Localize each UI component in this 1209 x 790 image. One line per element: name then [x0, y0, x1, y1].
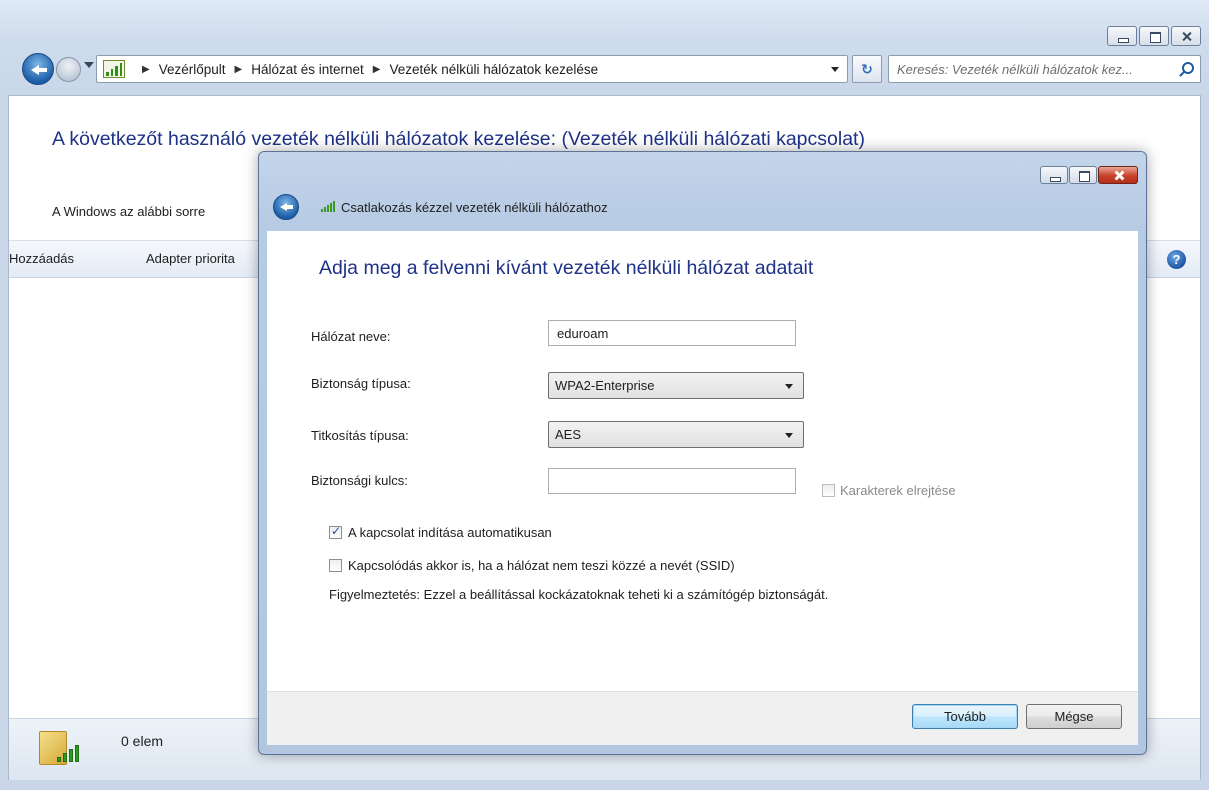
security-type-select[interactable]: WPA2-Enterprise	[548, 372, 804, 399]
network-signal-icon	[57, 745, 79, 762]
encryption-type-select[interactable]: AES	[548, 421, 804, 448]
page-title: A következőt használó vezeték nélküli há…	[52, 128, 865, 150]
cancel-button[interactable]: Mégse	[1026, 704, 1122, 729]
window-caption-buttons	[1107, 26, 1201, 46]
breadcrumb-item-network-internet[interactable]: Hálózat és internet	[251, 62, 364, 77]
connect-hidden-option[interactable]: Kapcsolódás akkor is, ha a hálózat nem t…	[329, 557, 735, 573]
adapter-priority-button[interactable]: Adapter priorita	[146, 251, 235, 266]
search-input[interactable]	[889, 56, 1169, 82]
network-signal-icon	[103, 60, 125, 78]
dialog-title: Csatlakozás kézzel vezeték nélküli hálóz…	[341, 200, 608, 215]
dialog-footer: Tovább Mégse	[267, 691, 1138, 745]
security-type-value: WPA2-Enterprise	[555, 378, 655, 393]
add-button[interactable]: Hozzáadás	[9, 251, 74, 266]
breadcrumb: ▶ Vezérlőpult ▶ Hálózat és internet ▶ Ve…	[133, 62, 598, 77]
page-description: A Windows az alábbi sorre	[52, 204, 206, 219]
breadcrumb-item-wireless[interactable]: Vezeték nélküli hálózatok kezelése	[389, 62, 598, 77]
breadcrumb-item-control-panel[interactable]: Vezérlőpult	[159, 62, 226, 77]
dialog-close-button[interactable]	[1098, 166, 1138, 184]
maximize-button[interactable]	[1139, 26, 1169, 46]
connect-hidden-checkbox[interactable]	[329, 559, 342, 573]
address-dropdown-icon[interactable]	[831, 67, 839, 72]
encryption-type-label: Titkosítás típusa:	[311, 428, 409, 443]
back-arrow-icon[interactable]	[273, 194, 299, 220]
dialog-heading: Adja meg a felvenni kívánt vezeték nélkü…	[319, 257, 814, 279]
hide-characters-option[interactable]: Karakterek elrejtése	[822, 482, 956, 498]
auto-connect-option[interactable]: A kapcsolat indítása automatikusan	[329, 524, 552, 540]
connect-manually-dialog: Csatlakozás kézzel vezeték nélküli hálóz…	[258, 151, 1147, 755]
help-icon[interactable]: ?	[1167, 250, 1186, 269]
breadcrumb-separator-icon: ▶	[372, 63, 381, 75]
address-bar[interactable]: ▶ Vezérlőpult ▶ Hálózat és internet ▶ Ve…	[96, 55, 848, 83]
refresh-icon[interactable]: ↻	[852, 55, 882, 83]
forward-arrow-icon[interactable]	[56, 57, 81, 82]
auto-connect-checkbox[interactable]	[329, 524, 342, 540]
search-icon[interactable]	[1182, 62, 1194, 74]
next-button[interactable]: Tovább	[912, 704, 1018, 729]
search-box[interactable]	[888, 55, 1201, 83]
back-arrow-icon[interactable]	[22, 53, 54, 85]
close-button[interactable]	[1171, 26, 1201, 46]
status-item-count: 0 elem	[121, 733, 164, 749]
network-signal-icon	[321, 201, 335, 212]
network-name-input[interactable]	[548, 320, 796, 346]
breadcrumb-separator-icon: ▶	[234, 63, 243, 75]
chevron-down-icon	[785, 384, 793, 389]
history-dropdown-icon[interactable]	[84, 62, 94, 68]
dialog-caption-buttons	[1040, 166, 1138, 184]
minimize-button[interactable]	[1107, 26, 1137, 46]
dialog-minimize-button[interactable]	[1040, 166, 1068, 184]
network-name-label: Hálózat neve:	[311, 329, 391, 344]
hide-characters-label: Karakterek elrejtése	[840, 483, 956, 499]
breadcrumb-separator-icon: ▶	[142, 63, 150, 75]
security-warning: Figyelmeztetés: Ezzel a beállítással koc…	[329, 587, 829, 602]
dialog-maximize-button[interactable]	[1069, 166, 1097, 184]
hide-characters-checkbox[interactable]	[822, 484, 835, 498]
connect-hidden-label: Kapcsolódás akkor is, ha a hálózat nem t…	[348, 558, 735, 574]
dialog-body: Adja meg a felvenni kívánt vezeték nélkü…	[267, 231, 1138, 691]
chevron-down-icon	[785, 433, 793, 438]
security-type-label: Biztonság típusa:	[311, 376, 411, 391]
navigation-bar: ▶ Vezérlőpult ▶ Hálózat és internet ▶ Ve…	[22, 52, 1202, 86]
security-key-label: Biztonsági kulcs:	[311, 473, 408, 488]
auto-connect-label: A kapcsolat indítása automatikusan	[348, 525, 552, 541]
security-key-input[interactable]	[548, 468, 796, 494]
encryption-type-value: AES	[555, 427, 582, 442]
